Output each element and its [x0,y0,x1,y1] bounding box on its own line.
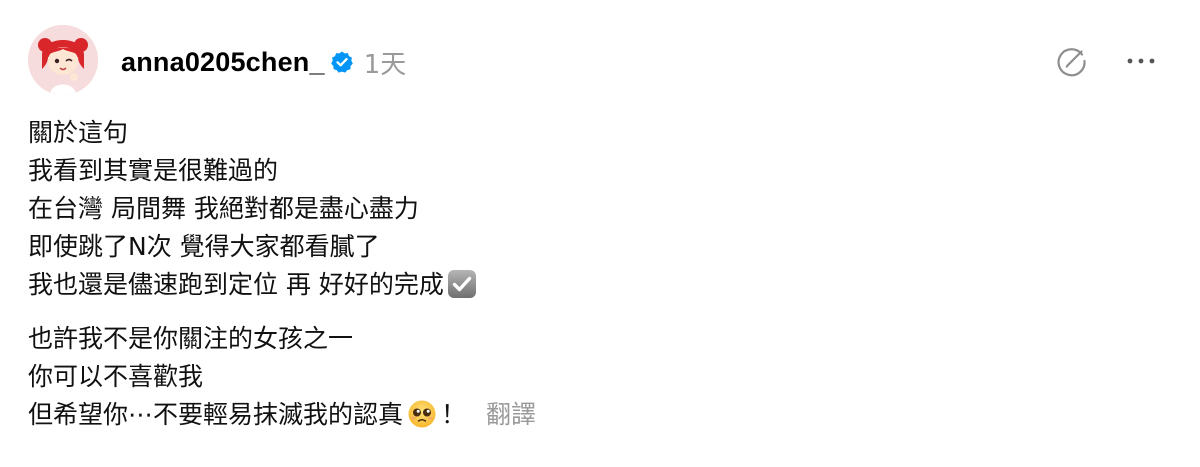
threads-post: anna0205chen_ 1天 關於這句 我看到其實是很難過的 在台灣 局間舞… [0,0,1200,467]
check-box-emoji-icon [446,268,478,300]
verified-badge-icon [330,50,354,74]
more-options-icon[interactable] [1124,49,1158,73]
post-line: 即使跳了N次 覺得大家都看膩了 [28,232,380,261]
exclamation-mark: ！ [441,400,467,429]
post-timestamp: 1天 [363,49,407,80]
edit-circle-icon[interactable] [1055,44,1089,78]
post-line-text: 我也還是儘速跑到定位 再 好好的完成 [28,270,444,299]
translate-link[interactable]: 翻譯 [486,400,536,429]
post-line: 在台灣 局間舞 我絕對都是盡心盡力 [28,194,419,223]
post-text: 關於這句 我看到其實是很難過的 在台灣 局間舞 我絕對都是盡心盡力 即使跳了N次… [28,114,1168,434]
post-line-with-emoji: 我也還是儘速跑到定位 再 好好的完成 [28,266,1168,304]
username[interactable]: anna0205chen_ [121,47,325,78]
post-line: 也許我不是你關注的女孩之一 [28,324,354,353]
post-line: 你可以不喜歡我 [28,362,204,391]
pleading-face-emoji-icon [407,399,437,429]
avatar[interactable] [28,25,98,95]
post-line: 我看到其實是很難過的 [28,156,279,185]
post-line: 關於這句 [28,118,129,147]
post-line-text: 但希望你⋯不要輕易抹滅我的認真 [28,400,404,429]
post-header: anna0205chen_ 1天 [121,42,406,82]
avatar-illustration [28,25,98,95]
post-line-with-emoji: 但希望你⋯不要輕易抹滅我的認真 ！ 翻譯 [28,396,1168,434]
